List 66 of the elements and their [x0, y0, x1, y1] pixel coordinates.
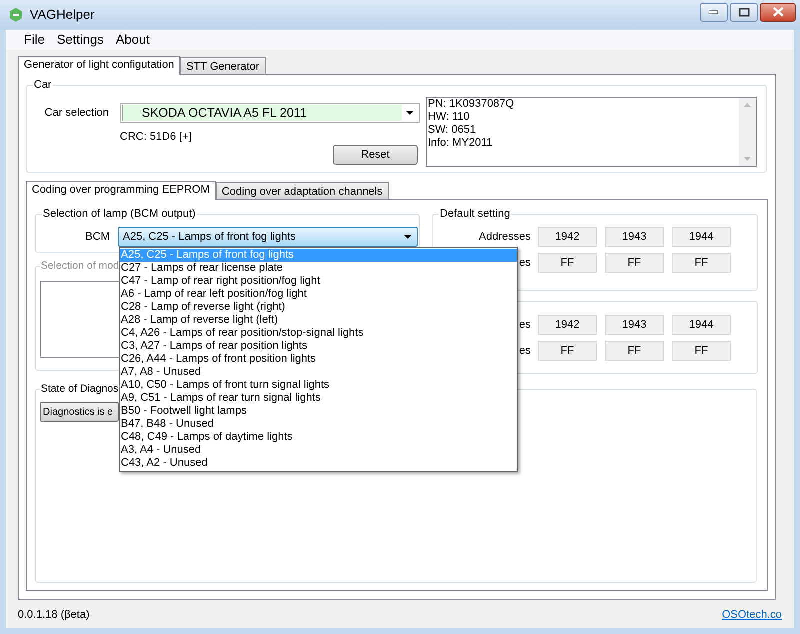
- dropdown-menu-option[interactable]: C48, C49 - Lamps of daytime lights: [120, 431, 517, 444]
- info-line: SW: 0651: [428, 124, 476, 137]
- version-text: 0.0.1.18 (βeta): [18, 608, 90, 623]
- maximize-icon: [738, 8, 750, 16]
- info-line: HW: 110: [428, 111, 470, 124]
- dropdown-menu-option[interactable]: C47 - Lamp of rear right position/fog light: [120, 275, 517, 288]
- menu-item[interactable]: File: [18, 30, 51, 50]
- menu-item[interactable]: Settings: [50, 30, 110, 50]
- dropdown-menu-option[interactable]: C43, A2 - Unused: [120, 457, 517, 470]
- info-line: PN: 1K0937087Q: [428, 98, 514, 111]
- value-field[interactable]: 1942: [538, 315, 597, 335]
- dropdown-menu-option[interactable]: B50 - Footwell light lamps: [120, 405, 517, 418]
- value-field[interactable]: FF: [538, 341, 597, 361]
- dropdown-menu-option[interactable]: A7, A8 - Unused: [120, 366, 517, 379]
- value-field[interactable]: 1944: [672, 315, 731, 335]
- field-label: es: [519, 256, 531, 271]
- dropdown-menu-option[interactable]: C3, A27 - Lamps of rear position lights: [120, 340, 517, 353]
- dropdown-menu-option[interactable]: A10, C50 - Lamps of front turn signal lights: [120, 379, 517, 392]
- tab[interactable]: Coding over programming EEPROM: [26, 181, 216, 200]
- field-label: Addresses: [479, 230, 531, 245]
- minimize-button[interactable]: [700, 2, 728, 22]
- value-field[interactable]: FF: [605, 341, 664, 361]
- car-selection-dropdown[interactable]: SKODA OCTAVIA A5 FL 2011: [120, 103, 420, 123]
- group-title: Default setting: [439, 207, 512, 221]
- tab[interactable]: STT Generator: [180, 57, 266, 74]
- close-button[interactable]: [760, 2, 796, 22]
- value-field[interactable]: 1944: [672, 227, 731, 247]
- value-field[interactable]: 1943: [605, 227, 664, 247]
- value-field[interactable]: 1943: [605, 315, 664, 335]
- dropdown-menu-option[interactable]: A28 - Lamp of reverse light (left): [120, 314, 517, 327]
- dropdown-menu-option[interactable]: C28 - Lamp of reverse light (right): [120, 301, 517, 314]
- info-line: Info: MY2011: [428, 137, 493, 150]
- caret-icon: [404, 235, 412, 239]
- dropdown-menu-option[interactable]: C26, A44 - Lamps of front position lights: [120, 353, 517, 366]
- value-field[interactable]: FF: [672, 253, 731, 273]
- dropdown-menu-option[interactable]: B47, B48 - Unused: [120, 418, 517, 431]
- value-field[interactable]: FF: [672, 341, 731, 361]
- caret-icon: [406, 111, 414, 115]
- dropdown-menu-option[interactable]: A9, C51 - Lamps of rear turn signal lights: [120, 392, 517, 405]
- value-field[interactable]: FF: [605, 253, 664, 273]
- dropdown-menu-option[interactable]: C27 - Lamps of rear license plate: [120, 262, 517, 275]
- field-label: es: [519, 344, 531, 359]
- crc-text: CRC: 51D6 [+]: [120, 130, 192, 144]
- window-title: VAGHelper: [30, 6, 95, 24]
- close-icon: [772, 7, 784, 17]
- value-field[interactable]: 1942: [538, 227, 597, 247]
- maximize-button[interactable]: [730, 2, 758, 22]
- dropdown-menu-option[interactable]: C4, A26 - Lamps of rear position/stop-signal lights: [120, 327, 517, 340]
- menu-item[interactable]: About: [110, 30, 156, 50]
- diagnostics-button[interactable]: Diagnostics is e: [40, 402, 119, 422]
- dropdown-menu-option[interactable]: A6 - Lamp of rear left position/fog light: [120, 288, 517, 301]
- list-box[interactable]: [40, 281, 119, 358]
- dropdown-menu-option[interactable]: A3, A4 - Unused: [120, 444, 517, 457]
- reset-button[interactable]: Reset: [333, 145, 418, 165]
- website-link[interactable]: OSOtech.co: [722, 606, 782, 624]
- app-icon: [8, 7, 24, 23]
- value-field[interactable]: FF: [538, 253, 597, 273]
- group-title: State of Diagnos: [40, 382, 120, 396]
- group-title: Selection of lamp (BCM output): [42, 207, 197, 221]
- field-label: Car selection: [44, 106, 109, 121]
- tab[interactable]: Generator of light configutation: [18, 56, 180, 75]
- tab[interactable]: Coding over adaptation channels: [216, 182, 389, 199]
- field-label: BCM: [84, 230, 110, 245]
- field-label: es: [519, 318, 531, 333]
- minimize-icon: [709, 10, 719, 14]
- bcm-dropdown[interactable]: A25, C25 - Lamps of front fog lights: [118, 227, 418, 247]
